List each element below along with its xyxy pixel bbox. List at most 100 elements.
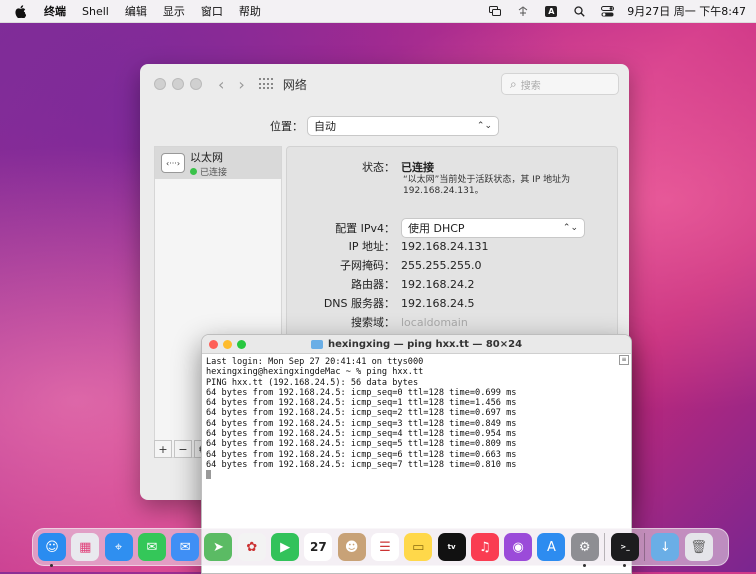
dock-app-reminders-icon[interactable]: ☰: [370, 533, 399, 561]
dock-app-glyph: ☺: [45, 539, 59, 555]
ipv4-select[interactable]: 使用 DHCP ⌃⌄: [401, 218, 585, 238]
search-input[interactable]: ⌕ 搜索: [501, 73, 619, 95]
ethernet-icon: ‹···›: [161, 153, 185, 173]
dns-row: DNS 服务器： 192.168.24.5: [287, 295, 617, 311]
search-domain-label: 搜索域：: [351, 316, 395, 329]
menubar-clock[interactable]: 9月27日 周一 下午8:47: [627, 3, 746, 19]
terminal-scroll-marker-icon[interactable]: ≡: [619, 355, 629, 365]
router-label: 路由器：: [351, 278, 395, 291]
status-description: “以太网”当前处于活跃状态，其 IP 地址为 192.168.24.131。: [403, 175, 571, 196]
service-status-text: 已连接: [200, 167, 228, 178]
dock-app-photos-icon[interactable]: ✿: [237, 533, 266, 561]
menu-shell[interactable]: Shell: [82, 5, 109, 18]
forward-button[interactable]: ›: [238, 75, 244, 94]
menu-help[interactable]: 帮助: [239, 3, 261, 19]
dock-app-glyph: ✉: [179, 539, 191, 555]
dock-app-apple-tv-icon[interactable]: tv: [437, 533, 466, 561]
minimize-button[interactable]: [172, 78, 184, 90]
dock-app-finder-icon[interactable]: ☺: [38, 533, 66, 567]
dock-app-maps-icon[interactable]: ➤: [204, 533, 233, 561]
dock-separator: [644, 533, 646, 561]
menu-window[interactable]: 窗口: [201, 3, 223, 19]
back-button[interactable]: ‹: [218, 75, 224, 94]
terminal-output[interactable]: Last login: Mon Sep 27 20:41:41 on ttys0…: [202, 354, 631, 484]
terminal-title: hexingxing — ping hxx.tt — 80×24: [202, 335, 631, 353]
status-dot-icon: [190, 167, 197, 175]
terminal-titlebar: hexingxing — ping hxx.tt — 80×24: [202, 335, 631, 354]
show-all-grid-icon[interactable]: [258, 78, 273, 90]
mask-label: 子网掩码：: [340, 259, 395, 272]
zoom-button[interactable]: [190, 78, 202, 90]
dock-app-terminal-icon[interactable]: >_: [611, 533, 640, 567]
dock-app-glyph: >_: [620, 543, 630, 551]
dock-app-glyph: ☰: [379, 539, 391, 555]
search-icon: ⌕: [510, 76, 517, 91]
dock-app-mail-icon[interactable]: ✉: [171, 533, 200, 561]
dock-app-system-preferences-icon[interactable]: ⚙: [570, 533, 599, 567]
mask-row: 子网掩码： 255.255.255.0: [287, 257, 617, 273]
ip-value: 192.168.24.131: [401, 239, 489, 253]
terminal-line: 64 bytes from 192.168.24.5: icmp_seq=7 t…: [206, 459, 517, 470]
menu-edit[interactable]: 编辑: [125, 3, 147, 19]
location-label: 位置：: [270, 120, 303, 133]
status-value: 已连接: [401, 161, 434, 174]
dock-app-glyph: ◉: [512, 539, 524, 555]
ipv4-label: 配置 IPv4：: [335, 222, 395, 235]
ip-label: IP 地址：: [348, 240, 395, 253]
ip-row: IP 地址： 192.168.24.131: [287, 238, 617, 254]
dock-app-music-icon[interactable]: ♫: [470, 533, 499, 561]
location-select[interactable]: 自动 ⌃⌄: [307, 116, 499, 136]
spotlight-search-icon[interactable]: [572, 5, 586, 17]
status-row: 状态： 已连接: [287, 159, 617, 175]
dock-app-messages-icon[interactable]: ✉: [137, 533, 166, 561]
dock-app-calendar-icon[interactable]: 27: [304, 533, 333, 561]
window-title: 网络: [282, 77, 307, 92]
dock-app-glyph: ☻: [344, 539, 359, 555]
mask-value: 255.255.255.0: [401, 258, 482, 272]
dock-app-app-store-icon[interactable]: A: [537, 533, 566, 561]
menu-app-name[interactable]: 终端: [44, 3, 66, 19]
router-value: 192.168.24.2: [401, 277, 475, 291]
control-center-icon[interactable]: [600, 5, 614, 17]
ipv4-value: 使用 DHCP: [408, 222, 465, 235]
location-value: 自动: [314, 120, 336, 133]
dock-app-trash-icon[interactable]: 🗑: [684, 533, 713, 561]
service-item-ethernet[interactable]: ‹···› 以太网 已连接: [155, 147, 281, 179]
dns-label: DNS 服务器：: [323, 297, 395, 310]
search-domain-row: 搜索域： localdomain: [287, 314, 617, 330]
input-method-label: A: [545, 5, 558, 17]
remove-service-button[interactable]: −: [174, 440, 192, 458]
dock-app-launchpad-icon[interactable]: ▦: [71, 533, 100, 561]
dock-app-glyph: 27: [310, 540, 327, 554]
menubar: 终端 Shell 编辑 显示 窗口 帮助 A 9月27日 周一 下午8:47: [0, 0, 756, 23]
dock: ☺ ▦ ⌖ ✉ ✉ ➤ ✿ ▶ 27 ☻ ☰ ▭ tv ♫ ◉ A ⚙ >_ ↓ 🗑: [32, 528, 729, 567]
status-label: 状态：: [362, 161, 395, 174]
dock-app-glyph: tv: [447, 543, 456, 551]
chevron-updown-icon: ⌃⌄: [476, 121, 492, 131]
dock-separator: [604, 533, 606, 561]
terminal-line: hexingxing@hexingxingdeMac ~ % ping hxx.…: [206, 367, 424, 378]
dock-app-notes-icon[interactable]: ▭: [404, 533, 433, 561]
add-service-button[interactable]: +: [154, 440, 172, 458]
terminal-line: 64 bytes from 192.168.24.5: icmp_seq=2 t…: [206, 408, 517, 419]
dock-app-glyph: ↓: [659, 539, 671, 555]
dock-app-podcasts-icon[interactable]: ◉: [504, 533, 533, 561]
dock-app-glyph: A: [547, 539, 556, 555]
terminal-line: 64 bytes from 192.168.24.5: icmp_seq=1 t…: [206, 398, 517, 409]
dock-app-downloads-folder-icon[interactable]: ↓: [651, 533, 680, 561]
search-domain-value: localdomain: [401, 315, 468, 329]
close-button[interactable]: [154, 78, 166, 90]
running-indicator-icon: [582, 564, 586, 567]
search-placeholder: 搜索: [520, 80, 541, 92]
dock-app-contacts-icon[interactable]: ☻: [337, 533, 366, 561]
apple-logo-icon[interactable]: [12, 3, 28, 19]
screen-mirroring-icon[interactable]: [488, 5, 502, 17]
menu-view[interactable]: 显示: [163, 3, 185, 19]
wifi-icon[interactable]: [516, 5, 530, 17]
network-window-titlebar: ‹ › 网络 ⌕ 搜索: [140, 64, 629, 104]
dock-app-facetime-icon[interactable]: ▶: [271, 533, 300, 561]
dock-app-glyph: ▶: [280, 539, 291, 555]
terminal-line: 64 bytes from 192.168.24.5: icmp_seq=6 t…: [206, 449, 517, 460]
input-method-icon[interactable]: A: [544, 5, 558, 17]
dock-app-safari-icon[interactable]: ⌖: [104, 533, 133, 561]
